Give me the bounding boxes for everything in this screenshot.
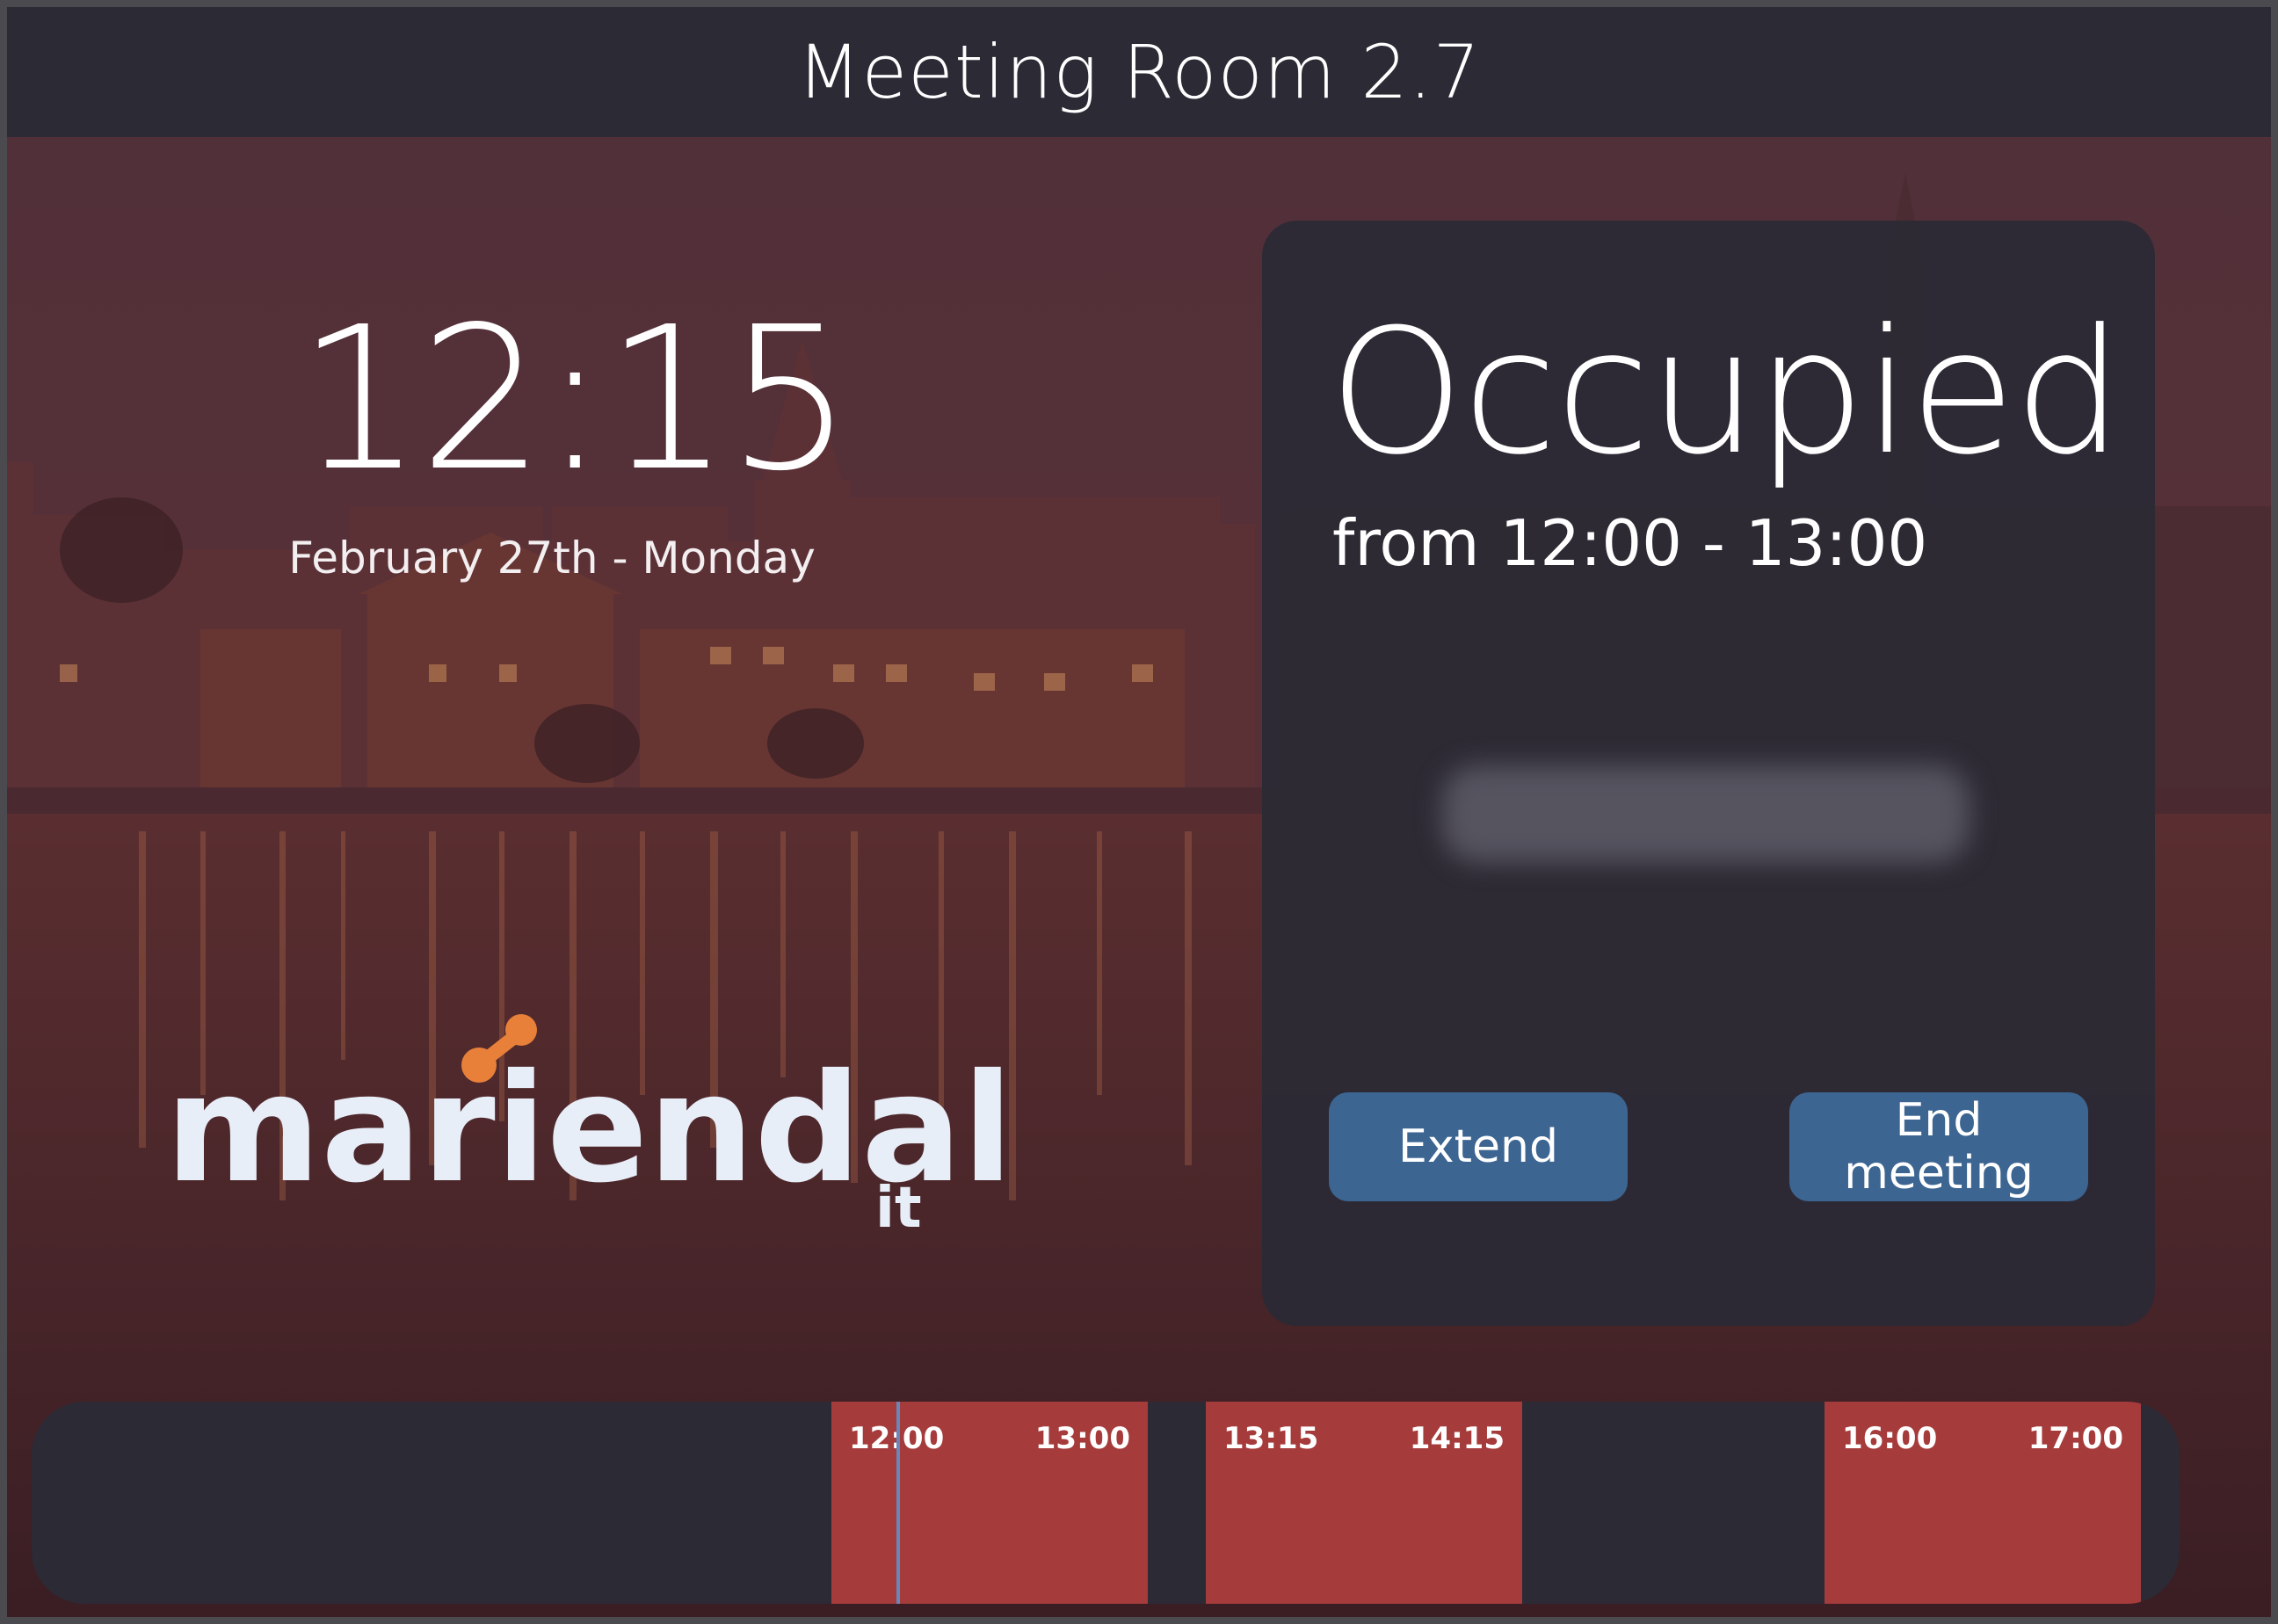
current-time-marker [896, 1402, 900, 1604]
room-display: Meeting Room 2.7 12:15 February 27th - M… [7, 7, 2271, 1617]
organizer-name-blurred [1442, 765, 1970, 862]
booking-start-time: 13:15 [1223, 1421, 1319, 1456]
room-status: Occupied [1329, 293, 2123, 493]
booking-end-time: 13:00 [1034, 1421, 1130, 1456]
company-logo: mariendal it [156, 1009, 1013, 1246]
booking-block[interactable]: 12:00 13:00 [831, 1402, 1148, 1604]
extend-button[interactable]: Extend [1329, 1092, 1628, 1201]
booking-end-time: 14:15 [1409, 1421, 1505, 1456]
meeting-time-range: from 12:00 - 13:00 [1332, 506, 1928, 580]
booking-block[interactable]: 16:00 17:00 [1825, 1402, 2141, 1604]
screen: Meeting Room 2.7 12:15 February 27th - M… [0, 0, 2278, 1624]
booking-block[interactable]: 13:15 14:15 [1206, 1402, 1522, 1604]
booking-timeline[interactable]: 12:00 13:00 13:15 14:15 16:00 17:00 [32, 1402, 2180, 1604]
booking-start-time: 16:00 [1842, 1421, 1938, 1456]
status-panel: Occupied from 12:00 - 13:00 Extend End m… [1262, 221, 2155, 1326]
logo-suffix: it [875, 1176, 922, 1241]
end-meeting-button[interactable]: End meeting [1789, 1092, 2088, 1201]
room-title: Meeting Room 2.7 [797, 29, 1481, 115]
booking-end-time: 17:00 [2028, 1421, 2123, 1456]
title-bar: Meeting Room 2.7 [7, 7, 2271, 137]
current-date: February 27th - Monday [288, 533, 816, 584]
current-time: 12:15 [297, 285, 852, 515]
